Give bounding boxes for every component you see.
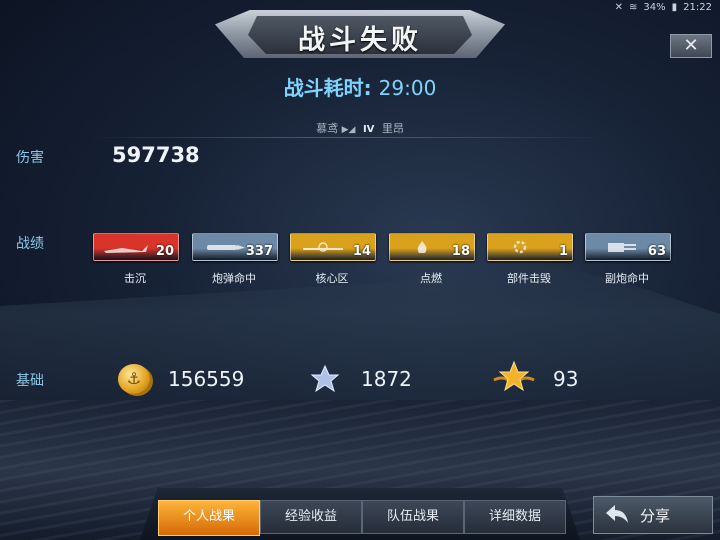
badge-module-destroy[interactable]: 1 [487, 233, 573, 261]
share-label: 分享 [640, 507, 671, 525]
badge-count: 14 [352, 244, 371, 259]
status-bar: ✕ ≋ 34% ▮ 21:22 [615, 2, 712, 13]
page-title: 战斗失败 [298, 25, 422, 56]
badge-count: 20 [155, 244, 174, 259]
badge-fire[interactable]: 18 [389, 233, 475, 261]
badge-label: 副炮命中 [605, 272, 649, 285]
fire-icon [417, 241, 427, 253]
badge-count: 1 [558, 244, 568, 259]
badge-label: 核心区 [315, 272, 349, 285]
tab-personal-results[interactable]: 个人战果 [158, 500, 260, 536]
badge-label: 点燃 [420, 272, 442, 285]
badge-sink[interactable]: 20 [93, 233, 179, 261]
mute-icon: ✕ [614, 2, 624, 13]
flag-icon: ▶◢ [341, 125, 356, 135]
ship-tier: IV [362, 124, 375, 135]
badge-label: 击沉 [124, 272, 146, 285]
sink-icon [104, 245, 148, 253]
battery-icon: ▮ [671, 2, 678, 13]
battery-text: 34% [643, 2, 666, 13]
divider [90, 137, 610, 138]
battle-time: 战斗耗时: 29:00 [0, 72, 720, 101]
shell-hit-icon [207, 245, 245, 250]
share-button[interactable]: 分享 [593, 496, 713, 534]
module-destroy-icon [513, 240, 527, 254]
badge-citadel[interactable]: 14 [290, 233, 376, 261]
damage-value: 597738 [112, 143, 200, 167]
damage-label: 伤害 [16, 150, 44, 166]
free-exp-star-icon [493, 360, 535, 392]
tab-team-results[interactable]: 队伍战果 [362, 500, 464, 534]
badge-shell-hit[interactable]: 337 [192, 233, 278, 261]
free-exp-value: 93 [553, 367, 579, 391]
clock: 21:22 [683, 2, 712, 13]
player-info: 慕鸢 ▶◢ IV 里昂 [0, 120, 720, 136]
ship-name: 里昂 [381, 122, 404, 135]
exp-value: 1872 [361, 367, 412, 391]
secondary-hit-icon [608, 243, 636, 252]
badge-count: 63 [647, 244, 666, 259]
badge-label: 部件击毁 [507, 272, 551, 285]
credits-coin-icon: ⚓ [118, 364, 150, 394]
close-button[interactable]: ✕ [670, 34, 712, 58]
badge-label: 炮弹命中 [212, 272, 256, 285]
exp-star-icon [310, 364, 340, 393]
battle-time-label: 战斗耗时: [283, 76, 372, 100]
battle-time-value: 29:00 [378, 76, 437, 100]
badge-count: 18 [451, 244, 470, 259]
player-name: 慕鸢 [316, 122, 339, 135]
base-label: 基础 [16, 373, 44, 389]
achievements-label: 战绩 [16, 236, 44, 252]
credits-value: 156559 [168, 367, 245, 391]
citadel-icon [303, 242, 343, 252]
share-arrow-icon [606, 505, 628, 523]
badge-count: 337 [245, 244, 273, 259]
wifi-icon: ≋ [629, 2, 638, 13]
tab-exp-income[interactable]: 经验收益 [260, 500, 362, 534]
tab-detailed-data[interactable]: 详细数据 [464, 500, 566, 534]
badge-secondary-hit[interactable]: 63 [585, 233, 671, 261]
